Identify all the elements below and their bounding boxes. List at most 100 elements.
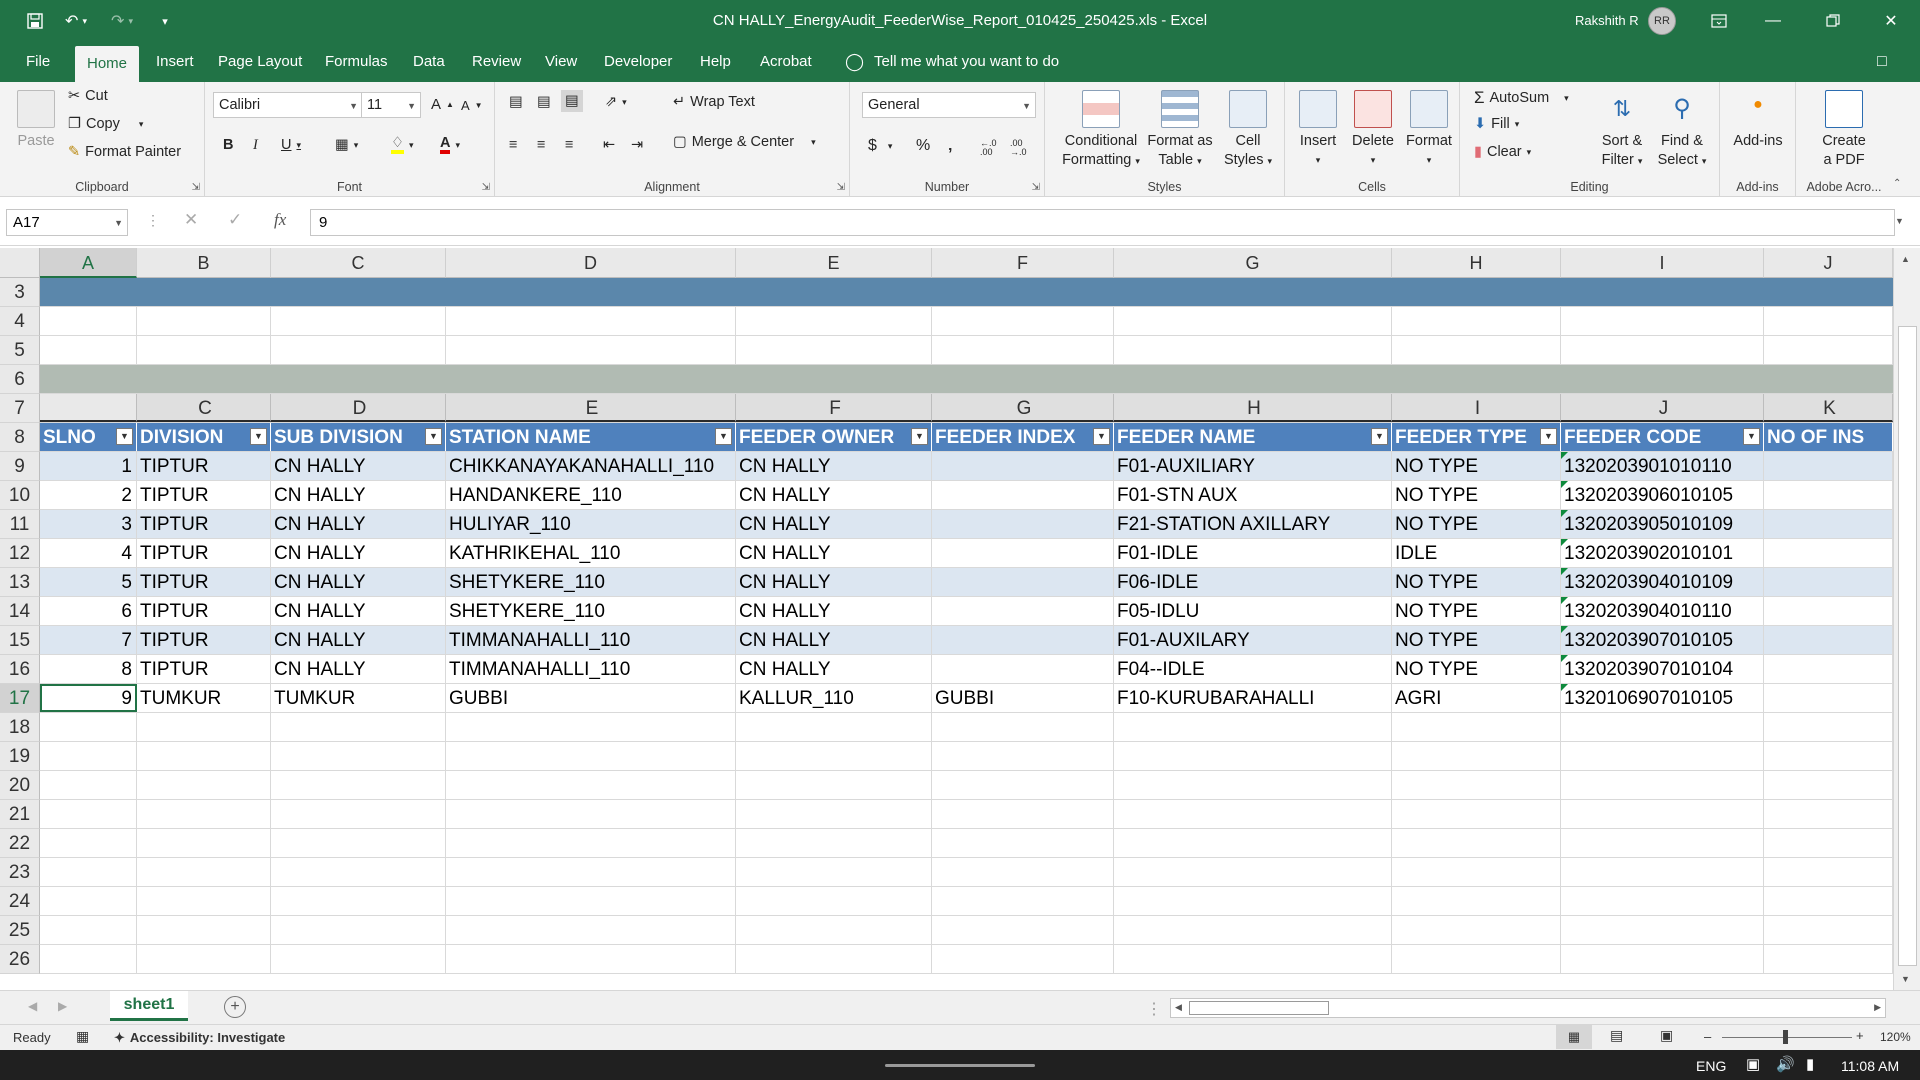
ribbon-display-options-icon[interactable] [1696, 0, 1742, 42]
table-letter-cell[interactable]: C [137, 394, 271, 422]
table-cell[interactable]: NO TYPE [1392, 568, 1561, 596]
sheet-prev-icon[interactable]: ◀ [28, 999, 37, 1013]
row-header-20[interactable]: 20 [0, 771, 40, 800]
table-letter-cell[interactable]: E [446, 394, 736, 422]
empty-cell[interactable] [736, 916, 932, 944]
empty-cell[interactable] [736, 800, 932, 828]
network-icon[interactable]: ▣ [1746, 1055, 1760, 1073]
dialog-launcher-icon[interactable]: ⇲ [482, 182, 490, 193]
empty-cell[interactable] [1561, 307, 1764, 335]
zoom-level[interactable]: 120% [1880, 1030, 1911, 1044]
empty-cell[interactable] [1114, 771, 1392, 799]
find-select-button[interactable]: ⚲ Find & Select ▾ [1652, 90, 1712, 171]
table-cell[interactable]: CN HALLY [271, 481, 446, 509]
empty-cell[interactable] [1392, 742, 1561, 770]
column-header-f[interactable]: F [932, 248, 1114, 278]
name-box[interactable]: A17 ▼ [6, 209, 128, 236]
empty-cell[interactable] [1764, 713, 1893, 741]
row-header-24[interactable]: 24 [0, 887, 40, 916]
row-header-12[interactable]: 12 [0, 539, 40, 568]
table-cell[interactable]: NO TYPE [1392, 597, 1561, 625]
empty-cell[interactable] [137, 800, 271, 828]
italic-button[interactable]: I [253, 137, 258, 154]
tab-view[interactable]: View [533, 42, 589, 82]
format-as-table-button[interactable]: Format as Table ▾ [1145, 90, 1215, 171]
table-cell[interactable]: CHIKKANAYAKANAHALLI_110 [446, 452, 736, 480]
table-cell[interactable]: CN HALLY [736, 510, 932, 538]
empty-cell[interactable] [40, 829, 137, 857]
column-header-i[interactable]: I [1561, 248, 1764, 278]
insert-function-icon[interactable]: fx [274, 210, 286, 230]
column-header-c[interactable]: C [271, 248, 446, 278]
empty-cell[interactable] [1392, 713, 1561, 741]
table-cell[interactable]: CN HALLY [271, 655, 446, 683]
table-letter-cell[interactable] [40, 394, 137, 422]
empty-cell[interactable] [1114, 829, 1392, 857]
format-painter-button[interactable]: ✎ Format Painter [68, 144, 181, 160]
table-cell[interactable]: TIPTUR [137, 626, 271, 654]
empty-cell[interactable] [932, 742, 1114, 770]
empty-cell[interactable] [1392, 887, 1561, 915]
empty-cell[interactable] [446, 829, 736, 857]
header-cell[interactable]: SLNO ▼ [40, 423, 137, 451]
currency-button[interactable]: $ ▾ [868, 137, 892, 155]
table-cell[interactable] [932, 568, 1114, 596]
borders-button[interactable]: ▦ ▾ [335, 137, 358, 153]
table-cell[interactable]: 1320106907010105 [1561, 684, 1764, 712]
empty-cell[interactable] [137, 829, 271, 857]
volume-icon[interactable]: 🔊 [1776, 1055, 1795, 1073]
table-cell[interactable]: SHETYKERE_110 [446, 568, 736, 596]
empty-cell[interactable] [1114, 887, 1392, 915]
empty-cell[interactable] [1561, 336, 1764, 364]
filter-dropdown-icon[interactable]: ▼ [1093, 428, 1110, 445]
empty-cell[interactable] [271, 713, 446, 741]
insert-cells-button[interactable]: Insert ▾ [1291, 90, 1345, 170]
table-cell[interactable] [1764, 481, 1893, 509]
column-header-h[interactable]: H [1392, 248, 1561, 278]
tab-review[interactable]: Review [460, 42, 533, 82]
comments-icon[interactable]: □ [1865, 42, 1899, 82]
empty-cell[interactable] [1561, 858, 1764, 886]
table-cell[interactable]: KALLUR_110 [736, 684, 932, 712]
empty-cell[interactable] [446, 887, 736, 915]
clear-button[interactable]: ▮ Clear ▾ [1474, 144, 1531, 160]
empty-cell[interactable] [1764, 771, 1893, 799]
empty-cell[interactable] [1114, 916, 1392, 944]
autosum-button[interactable]: Σ AutoSum ▾ [1474, 88, 1569, 108]
zoom-slider-thumb[interactable] [1783, 1030, 1788, 1044]
empty-cell[interactable] [1392, 307, 1561, 335]
table-cell[interactable]: NO TYPE [1392, 481, 1561, 509]
table-cell[interactable]: IDLE [1392, 539, 1561, 567]
number-format-select[interactable]: General ▼ [862, 92, 1036, 118]
row-header-16[interactable]: 16 [0, 655, 40, 684]
worksheet-grid[interactable]: ABCDEFGHIJ 3 4 5 6 7 C D E F G H I J K 8 SLNO ▼ DIVISION ▼… [0, 248, 1920, 990]
table-cell[interactable]: 1320203907010104 [1561, 655, 1764, 683]
empty-cell[interactable] [1561, 771, 1764, 799]
row-header-3[interactable]: 3 [0, 278, 40, 307]
table-cell[interactable]: TUMKUR [271, 684, 446, 712]
new-sheet-icon[interactable]: + [224, 996, 246, 1018]
row-header-6[interactable]: 6 [0, 365, 40, 394]
table-cell[interactable] [932, 655, 1114, 683]
empty-cell[interactable] [736, 771, 932, 799]
row-header-11[interactable]: 11 [0, 510, 40, 539]
tab-file[interactable]: File [14, 42, 62, 82]
table-cell[interactable]: F01-AUXILIARY [1114, 452, 1392, 480]
page-break-view-icon[interactable]: ▣ [1660, 1027, 1673, 1044]
empty-cell[interactable] [137, 887, 271, 915]
merge-center-button[interactable]: ▢ Merge & Center ▾ [673, 134, 816, 150]
row-header-19[interactable]: 19 [0, 742, 40, 771]
empty-cell[interactable] [1561, 829, 1764, 857]
empty-cell[interactable] [271, 307, 446, 335]
table-cell[interactable]: CN HALLY [736, 568, 932, 596]
dialog-launcher-icon[interactable]: ⇲ [837, 182, 845, 193]
avatar[interactable]: RR [1648, 7, 1676, 35]
language-indicator[interactable]: ENG [1696, 1058, 1726, 1074]
column-header-d[interactable]: D [446, 248, 736, 278]
empty-cell[interactable] [271, 945, 446, 973]
table-cell[interactable]: 6 [40, 597, 137, 625]
table-cell[interactable]: 5 [40, 568, 137, 596]
table-cell[interactable]: 1320203906010105 [1561, 481, 1764, 509]
confirm-entry-icon[interactable]: ✓ [228, 210, 242, 230]
table-cell[interactable]: SHETYKERE_110 [446, 597, 736, 625]
